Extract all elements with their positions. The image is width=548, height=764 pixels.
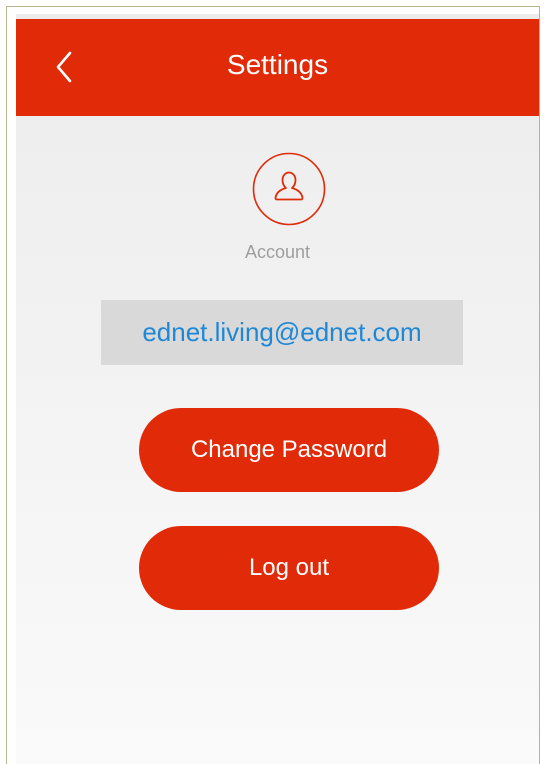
account-email: ednet.living@ednet.com bbox=[101, 300, 463, 365]
account-avatar bbox=[252, 152, 326, 226]
settings-screen: Settings Account ednet.living@ednet.com … bbox=[16, 14, 539, 764]
app-header: Settings bbox=[16, 19, 539, 116]
page-title: Settings bbox=[226, 49, 329, 80]
user-icon bbox=[252, 152, 326, 226]
logout-button[interactable]: Log out bbox=[139, 526, 439, 610]
account-label: Account bbox=[244, 242, 311, 262]
change-password-button[interactable]: Change Password bbox=[139, 408, 439, 492]
